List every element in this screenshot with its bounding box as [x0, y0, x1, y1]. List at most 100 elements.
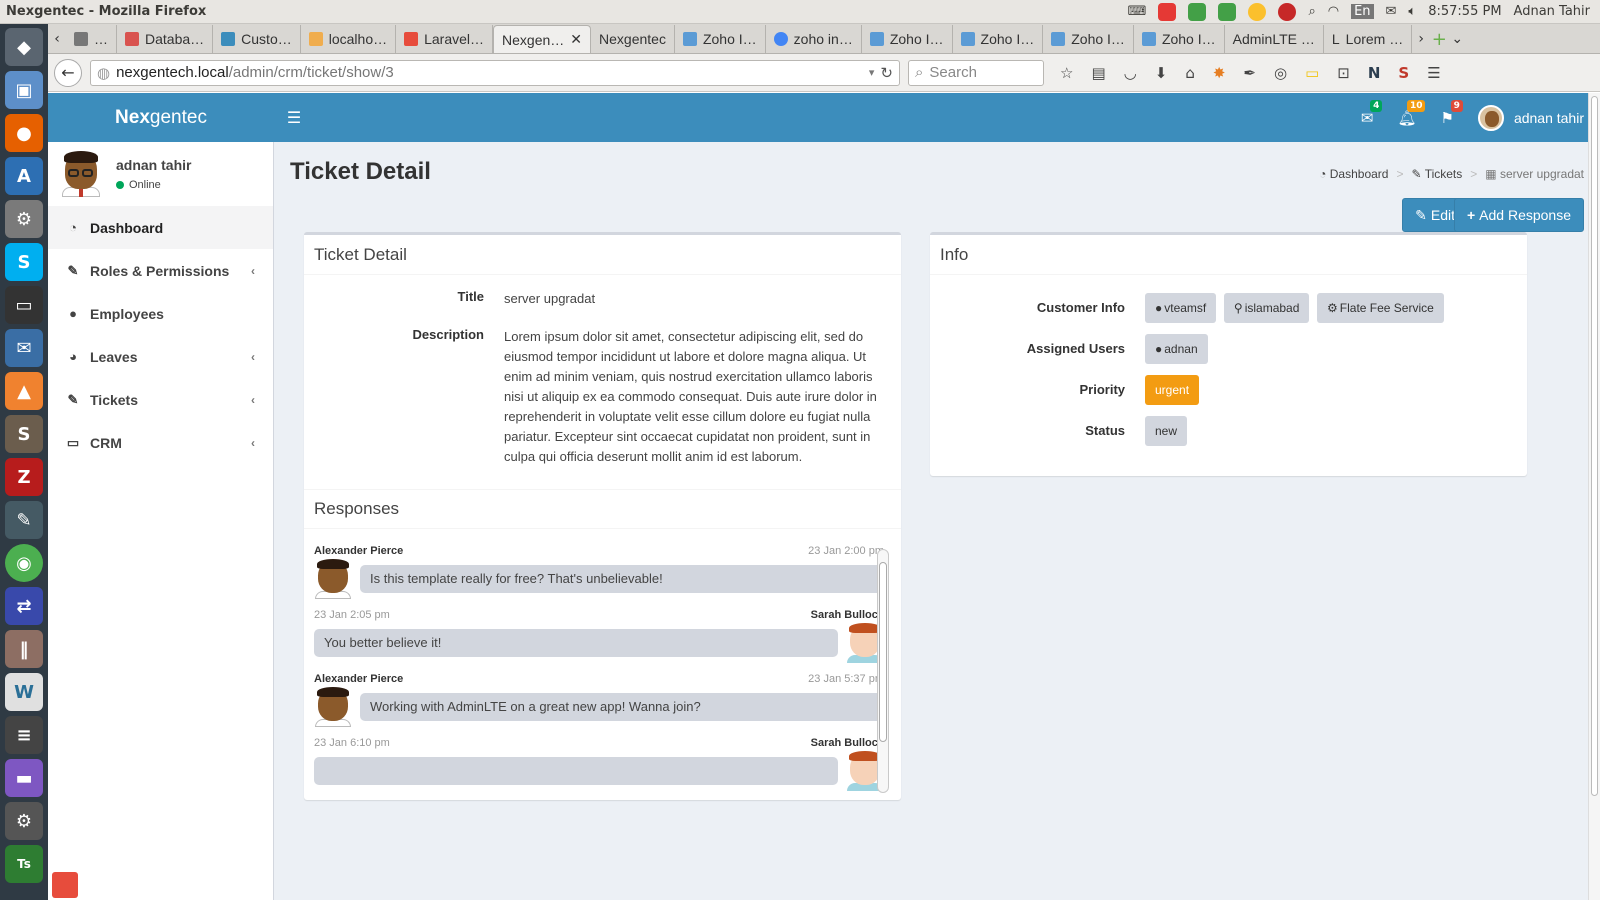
sublime-icon[interactable]: S [5, 415, 43, 453]
text-editor-icon[interactable]: ✎ [5, 501, 43, 539]
browser-tab[interactable]: zoho in… [766, 25, 862, 53]
tab-scroll-right-icon[interactable]: › [1412, 25, 1430, 53]
browser-tab[interactable]: Custo… [213, 25, 301, 53]
assigned-user-badge[interactable]: ● adnan [1145, 334, 1208, 364]
url-bar[interactable]: ◍ nexgentech.local/admin/crm/ticket/show… [90, 59, 900, 86]
reading-list-icon[interactable]: ▤ [1091, 64, 1105, 82]
settings-icon[interactable]: ⚙ [5, 200, 43, 238]
browser-tab[interactable]: localho… [301, 25, 397, 53]
display-icon[interactable]: ▬ [5, 759, 43, 797]
clock[interactable]: 8:57:55 PM [1428, 4, 1501, 19]
scrollbar-thumb[interactable] [1591, 96, 1598, 796]
browser-tab[interactable]: AdminLTE … [1225, 25, 1324, 53]
tab-scroll-left-icon[interactable]: ‹ [48, 25, 66, 53]
terminal-icon[interactable]: ▭ [5, 286, 43, 324]
skype-icon[interactable]: S [5, 243, 43, 281]
dropdown-icon[interactable]: ▾ [869, 66, 875, 79]
browser-tab[interactable]: Laravel… [396, 25, 494, 53]
add-response-button[interactable]: + Add Response [1453, 198, 1584, 232]
browser-tab-active[interactable]: Nexgen… ✕ [493, 25, 592, 53]
sidebar-item-employees[interactable]: ● Employees [48, 292, 273, 335]
keyboard-icon[interactable]: ⌨ [1128, 4, 1147, 19]
chat-scrollbar[interactable] [877, 549, 889, 793]
breadcrumb-dashboard[interactable]: ◔ Dashboard [1319, 167, 1388, 181]
menu-icon[interactable]: ☰ [1427, 64, 1440, 82]
back-button[interactable]: ← [54, 58, 82, 87]
workbench-icon[interactable]: W [5, 673, 43, 711]
app-logo[interactable]: Nex gentec [48, 93, 274, 142]
chevron-left-icon[interactable]: ‹ [251, 264, 255, 278]
browser-tab[interactable]: … [66, 25, 117, 53]
sidebar-item-roles-permissions[interactable]: ✎ Roles & Permissions ‹ [48, 249, 273, 292]
blocked-icon[interactable] [1278, 2, 1297, 21]
notifications-icon[interactable]: 🔔︎ 10 [1397, 99, 1426, 127]
chat-icon[interactable]: ◎ [1274, 64, 1287, 82]
session-user[interactable]: Adnan Tahir [1514, 4, 1590, 19]
chevron-left-icon[interactable]: ‹ [251, 350, 255, 364]
new-tab-icon[interactable]: + [1430, 25, 1448, 53]
sidebar-item-dashboard[interactable]: ◔ Dashboard [48, 206, 273, 249]
browser-tab[interactable]: Zoho I… [675, 25, 766, 53]
user-menu[interactable]: adnan tahir [1477, 104, 1584, 131]
screenshot-icon[interactable]: ⊡ [1337, 64, 1350, 82]
browser-tab[interactable]: Zoho I… [1043, 25, 1134, 53]
tasks-flag-icon[interactable]: ⚑ 9 [1440, 99, 1463, 127]
messages-icon[interactable]: ✉ 4 [1361, 99, 1383, 127]
reload-icon[interactable]: ↻ [880, 64, 893, 82]
browser-tab[interactable]: Databa… [117, 25, 214, 53]
files-icon[interactable]: ▣ [5, 71, 43, 109]
laravel-debugbar-icon[interactable] [52, 872, 78, 898]
tab-list-icon[interactable]: ⌄ [1448, 25, 1466, 53]
remote-desktop-icon[interactable]: ⇄ [5, 587, 43, 625]
customer-name-badge[interactable]: ● vteamsf [1145, 293, 1217, 323]
customer-service-badge[interactable]: ⚙ Flate Fee Service [1317, 293, 1444, 323]
chrome-icon[interactable] [1248, 2, 1267, 21]
site-info-icon[interactable]: ◍ [97, 64, 110, 82]
eyedropper-icon[interactable]: ✒ [1243, 64, 1256, 82]
chevron-left-icon[interactable]: ‹ [251, 393, 255, 407]
sidebar-toggle-icon[interactable]: ☰ [274, 108, 314, 127]
bookmark-star-icon[interactable]: ☆ [1060, 64, 1073, 82]
language-indicator[interactable]: En [1351, 4, 1374, 19]
home-icon[interactable]: ⌂ [1185, 64, 1195, 82]
pocket-icon[interactable]: ◡ [1124, 64, 1137, 82]
breadcrumb-tickets[interactable]: ✎ Tickets [1412, 167, 1463, 181]
user-status[interactable]: Online [116, 179, 191, 191]
app-store-icon[interactable]: A [5, 157, 43, 195]
check-icon[interactable] [1218, 2, 1237, 21]
volume-icon[interactable]: 🔈︎ [1408, 4, 1416, 19]
thunderbird-icon[interactable]: ✉ [5, 329, 43, 367]
check-icon[interactable] [1188, 2, 1207, 21]
sidebar-item-crm[interactable]: ▭ CRM ‹ [48, 421, 273, 464]
mixer-icon[interactable]: ‖ [5, 630, 43, 668]
s-extension-icon[interactable]: S [1398, 64, 1409, 82]
mail-icon[interactable]: ✉ [1386, 4, 1397, 19]
tab-close-icon[interactable]: ✕ [570, 31, 582, 48]
browser-tab[interactable]: Zoho I… [953, 25, 1044, 53]
filezilla-icon[interactable]: Z [5, 458, 43, 496]
ts-icon[interactable]: Ts [5, 845, 43, 883]
wifi-icon[interactable]: ◠ [1328, 4, 1339, 19]
firefox-icon[interactable]: ● [5, 114, 43, 152]
sidebar-item-tickets[interactable]: ✎ Tickets ‹ [48, 378, 273, 421]
sidebar-item-leaves[interactable]: ◕ Leaves ‹ [48, 335, 273, 378]
chrome-icon[interactable]: ◉ [5, 544, 43, 582]
search-bar[interactable]: ⌕ Search [908, 59, 1044, 86]
disks-icon[interactable]: ≡ [5, 716, 43, 754]
download-icon[interactable]: ⬇ [1155, 64, 1168, 82]
minus-icon[interactable] [1158, 2, 1177, 21]
browser-tab[interactable]: Nexgentec [591, 25, 675, 53]
ruler-icon[interactable]: ▭ [1305, 64, 1319, 82]
vlc-icon[interactable]: ▲ [5, 372, 43, 410]
search-icon[interactable]: ⌕ [1308, 4, 1315, 19]
n-extension-icon[interactable]: N [1368, 64, 1381, 82]
home-icon[interactable]: ◆ [5, 28, 43, 66]
extension-icon[interactable]: ✸ [1213, 64, 1226, 82]
page-scrollbar[interactable] [1588, 93, 1600, 900]
browser-tab[interactable]: Zoho I… [1134, 25, 1225, 53]
system-settings-icon[interactable]: ⚙ [5, 802, 43, 840]
customer-location-badge[interactable]: ⚲ islamabad [1223, 293, 1310, 323]
chevron-left-icon[interactable]: ‹ [251, 436, 255, 450]
browser-tab[interactable]: Zoho I… [862, 25, 953, 53]
browser-tab[interactable]: L Lorem … [1324, 25, 1413, 53]
